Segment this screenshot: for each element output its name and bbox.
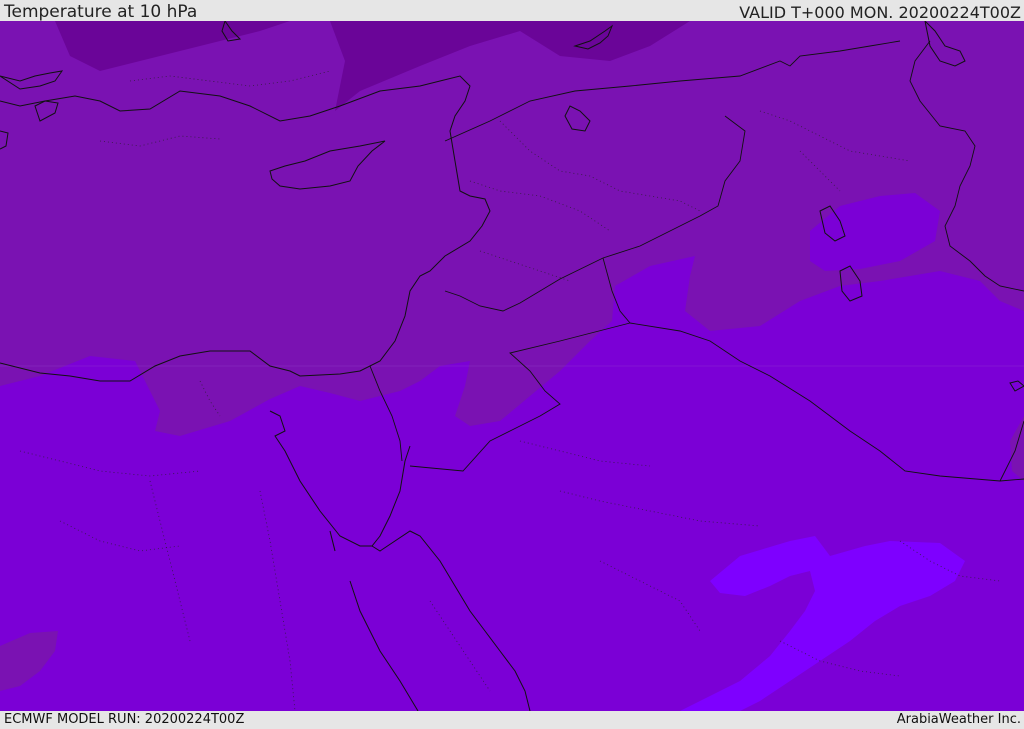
valid-time: VALID T+000 MON. 20200224T00Z — [739, 3, 1021, 22]
temperature-map — [0, 21, 1024, 711]
credit-label: ArabiaWeather Inc. — [896, 712, 1021, 727]
model-run-label: ECMWF MODEL RUN: 20200224T00Z — [4, 712, 245, 727]
header-bar: Temperature at 10 hPa VALID T+000 MON. 2… — [0, 0, 1024, 22]
map-title: Temperature at 10 hPa — [4, 2, 198, 22]
